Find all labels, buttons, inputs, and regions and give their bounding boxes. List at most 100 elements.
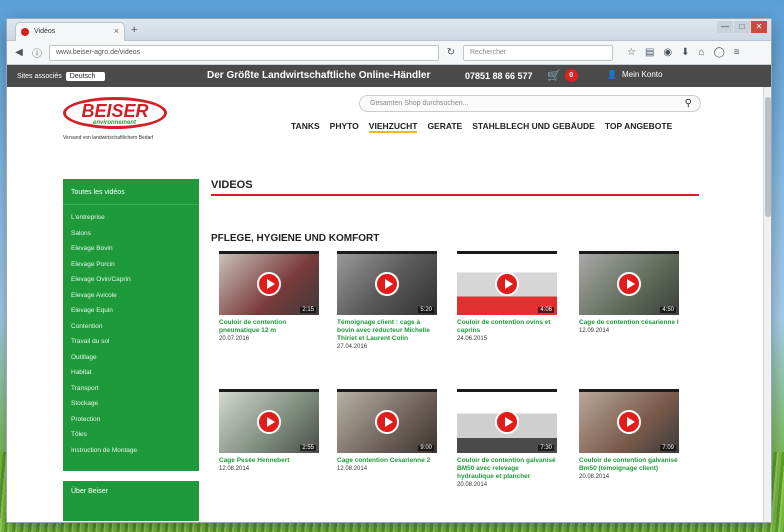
home-icon[interactable]: ⌂ [699,47,705,58]
tab-bar: Vidéos × + — □ ✕ [7,19,771,41]
phone-number[interactable]: 07851 88 66 577 [465,71,533,81]
video-title[interactable]: Témoignage client : cage à bovin avec ré… [337,319,437,343]
nav-item-phyto[interactable]: PHYTO [330,121,359,133]
video-card[interactable]: 7:09 Couloir de contention galvanisé Bm5… [579,389,679,480]
sidebar-item[interactable]: L'entreprise [63,211,199,227]
cart-button[interactable]: 🛒 0 [547,69,578,82]
video-title[interactable]: Cage contention Cesarienne 2 [337,457,437,465]
video-duration: 9:00 [418,445,434,451]
sidebar-item[interactable]: Contention [63,320,199,336]
video-card[interactable]: 7:30 Couloir de contention galvanisé BM5… [457,389,557,488]
sidebar-heading[interactable]: Toutes les vidéos [63,179,199,205]
back-icon[interactable]: ◀ [13,47,25,58]
sidebar-item[interactable]: Transport [63,382,199,398]
video-title[interactable]: Couloir de contention pneumatique 12 m [219,319,319,335]
play-icon[interactable] [495,272,519,296]
sidebar-item[interactable]: Outillage [63,351,199,367]
video-card[interactable]: 2:15 Couloir de contention pneumatique 1… [219,251,319,342]
nav-item-viehzucht[interactable]: VIEHZUCHT [368,121,418,133]
sidebar-item[interactable]: Habitat [63,366,199,382]
toolbar-icons: ☆ ▤ ◉ ⬇ ⌂ ◯ ≡ [627,47,740,58]
video-thumbnail[interactable]: 4:50 [579,251,679,315]
play-icon[interactable] [257,410,281,434]
download-icon[interactable]: ⬇ [681,47,689,58]
video-date: 24.06.2015 [457,336,488,342]
window-controls: — □ ✕ [717,21,767,33]
language-selector: Sites associés Deutsch [17,71,106,81]
new-tab-icon[interactable]: + [131,24,137,36]
site-tagline: Der Größte Landwirtschaftliche Online-Hä… [207,70,431,81]
nav-item-top-angebote[interactable]: TOP ANGEBOTE [605,121,672,133]
video-card[interactable]: 4:06 Couloir de contention ovins et capr… [457,251,557,342]
site-logo[interactable]: BEISER environnement [63,97,171,133]
play-icon[interactable] [495,410,519,434]
sidebar-item[interactable]: Instruction de Montage [63,444,199,460]
site-search-input[interactable]: Gesamten Shop durchsuchen... ⚲ [359,95,701,112]
close-tab-icon[interactable]: × [114,26,119,36]
reload-icon[interactable]: ↻ [445,47,457,58]
video-thumbnail[interactable]: 4:06 [457,251,557,315]
video-date: 20.08.2014 [457,482,488,488]
sidebar-item[interactable]: Elevage Bovin [63,242,199,258]
sidebar-about[interactable]: Über Beiser [63,481,199,521]
video-duration: 7:30 [538,445,554,451]
language-select[interactable]: Deutsch [65,71,106,81]
video-title[interactable]: Couloir de contention ovins et caprins [457,319,557,335]
sidebar-item[interactable]: Elevage Avicole [63,289,199,305]
video-title[interactable]: Couloir de contention galvanisé Bm50 (té… [579,457,679,473]
play-icon[interactable] [257,272,281,296]
user-icon: 👤 [607,70,617,79]
play-icon[interactable] [617,272,641,296]
video-card[interactable]: 5:20 Témoignage client : cage à bovin av… [337,251,437,350]
browser-search-input[interactable]: Rechercher [463,44,613,61]
video-card[interactable]: 4:50 Cage de contention césarienne I 12.… [579,251,679,334]
play-icon[interactable] [375,272,399,296]
video-title[interactable]: Couloir de contention galvanisé BM50 ave… [457,457,557,481]
maximize-button[interactable]: □ [734,21,750,33]
tab-title: Vidéos [34,28,56,35]
sidebar-item[interactable]: Protection [63,413,199,429]
search-icon[interactable]: ⚲ [685,98,692,109]
nav-item-tanks[interactable]: TANKS [291,121,320,133]
sidebar-item[interactable]: Elevage Porcin [63,258,199,274]
play-icon[interactable] [617,410,641,434]
scrollbar-thumb[interactable] [765,97,771,217]
video-card[interactable]: 2:55 Cage Pesée Hennebert 12.08.2014 [219,389,319,472]
reading-list-icon[interactable]: ▤ [645,47,654,58]
video-card[interactable]: 9:00 Cage contention Cesarienne 2 12.08.… [337,389,437,472]
video-thumbnail[interactable]: 7:09 [579,389,679,453]
menu-icon[interactable]: ≡ [734,47,740,58]
video-thumbnail[interactable]: 7:30 [457,389,557,453]
chat-icon[interactable]: ◯ [714,47,725,58]
close-window-button[interactable]: ✕ [751,21,767,33]
page-scrollbar[interactable] [763,87,771,522]
site-header: BEISER environnement Versand von landwir… [7,87,771,149]
video-title[interactable]: Cage de contention césarienne I [579,319,679,327]
sidebar-item[interactable]: Stockage [63,397,199,413]
nav-item-gerate[interactable]: GERATE [427,121,462,133]
sidebar-item[interactable]: Elevage Equin [63,304,199,320]
video-date: 27.04.2016 [337,344,368,350]
browser-tab[interactable]: Vidéos × [15,22,125,41]
nav-item-stahlblech[interactable]: STAHLBLECH UND GEBÄUDE [472,121,595,133]
video-thumbnail[interactable]: 9:00 [337,389,437,453]
sidebar-item[interactable]: Tôles [63,428,199,444]
bookmark-star-icon[interactable]: ☆ [627,47,636,58]
account-label: Mein Konto [621,70,663,79]
url-bar[interactable]: www.beiser-agro.de/videos [49,44,439,61]
section-title: PFLEGE, HYGIENE UND KOMFORT [211,233,380,244]
info-icon[interactable]: ⓘ [31,45,43,60]
sidebar-item[interactable]: Elevage Ovin/Caprin [63,273,199,289]
sidebar-item[interactable]: Salons [63,227,199,243]
play-icon[interactable] [375,410,399,434]
video-thumbnail[interactable]: 2:15 [219,251,319,315]
video-title[interactable]: Cage Pesée Hennebert [219,457,319,465]
video-thumbnail[interactable]: 5:20 [337,251,437,315]
video-thumbnail[interactable]: 2:55 [219,389,319,453]
minimize-button[interactable]: — [717,21,733,33]
site-topbar: Sites associés Deutsch Der Größte Landwi… [7,65,771,87]
pocket-icon[interactable]: ◉ [663,47,672,58]
account-link[interactable]: 👤 Mein Konto [607,70,662,79]
sidebar-item[interactable]: Travail du sol [63,335,199,351]
language-label: Sites associés [17,72,62,80]
